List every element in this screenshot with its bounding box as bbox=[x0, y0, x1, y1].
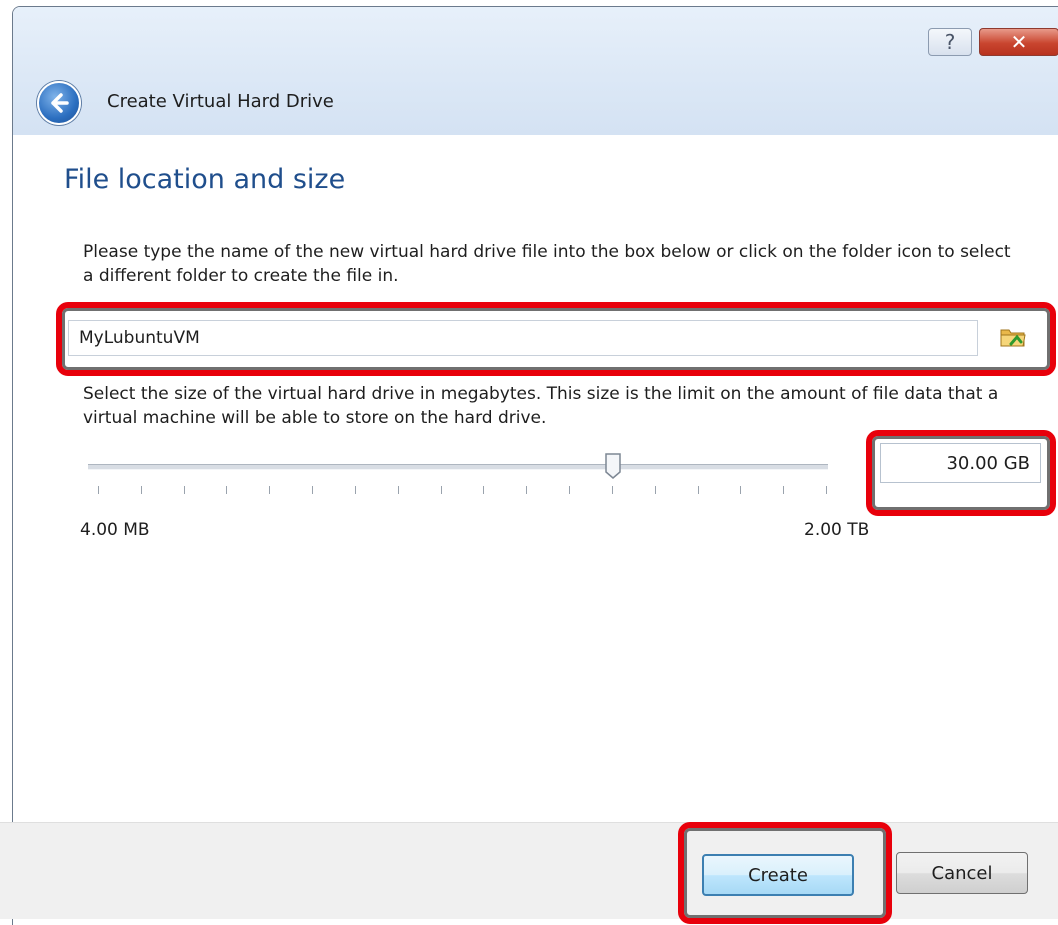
slider-tick bbox=[397, 486, 399, 494]
back-arrow-icon bbox=[51, 93, 69, 113]
size-slider-track[interactable] bbox=[88, 464, 828, 470]
file-size-description: Select the size of the virtual hard driv… bbox=[83, 384, 999, 428]
slider-tick bbox=[526, 486, 528, 494]
slider-tick bbox=[826, 486, 827, 494]
slider-tick bbox=[140, 486, 142, 494]
size-min-label: 4.00 MB bbox=[80, 520, 150, 540]
slider-tick bbox=[226, 486, 228, 494]
file-location-description: Please type the name of the new virtual … bbox=[83, 242, 1011, 286]
slider-tick bbox=[440, 486, 442, 494]
size-slider-handle[interactable] bbox=[604, 452, 622, 480]
cancel-button[interactable]: Cancel bbox=[896, 852, 1028, 894]
close-button[interactable]: ✕ bbox=[979, 28, 1058, 56]
page-heading: File location and size bbox=[64, 164, 346, 195]
slider-tick bbox=[783, 486, 785, 494]
slider-tick bbox=[483, 486, 485, 494]
slider-tick bbox=[269, 486, 271, 494]
slider-tick bbox=[98, 486, 99, 494]
slider-tick bbox=[611, 486, 613, 494]
slider-thumb-icon bbox=[605, 453, 622, 479]
highlight-file-name bbox=[56, 302, 1056, 376]
slider-tick bbox=[697, 486, 699, 494]
title-bar bbox=[13, 7, 1058, 135]
slider-tick bbox=[354, 486, 356, 494]
help-icon: ? bbox=[944, 30, 956, 54]
back-button[interactable] bbox=[37, 81, 81, 125]
slider-tick bbox=[740, 486, 742, 494]
highlight-size-input bbox=[866, 430, 1056, 516]
help-button[interactable]: ? bbox=[928, 28, 972, 56]
slider-tick bbox=[654, 486, 656, 494]
slider-tick bbox=[183, 486, 185, 494]
slider-tick bbox=[312, 486, 314, 494]
wizard-title: Create Virtual Hard Drive bbox=[107, 91, 334, 112]
slider-tick bbox=[569, 486, 571, 494]
highlight-create-button bbox=[678, 822, 892, 924]
size-max-label: 2.00 TB bbox=[804, 520, 870, 540]
close-icon: ✕ bbox=[1010, 30, 1028, 54]
